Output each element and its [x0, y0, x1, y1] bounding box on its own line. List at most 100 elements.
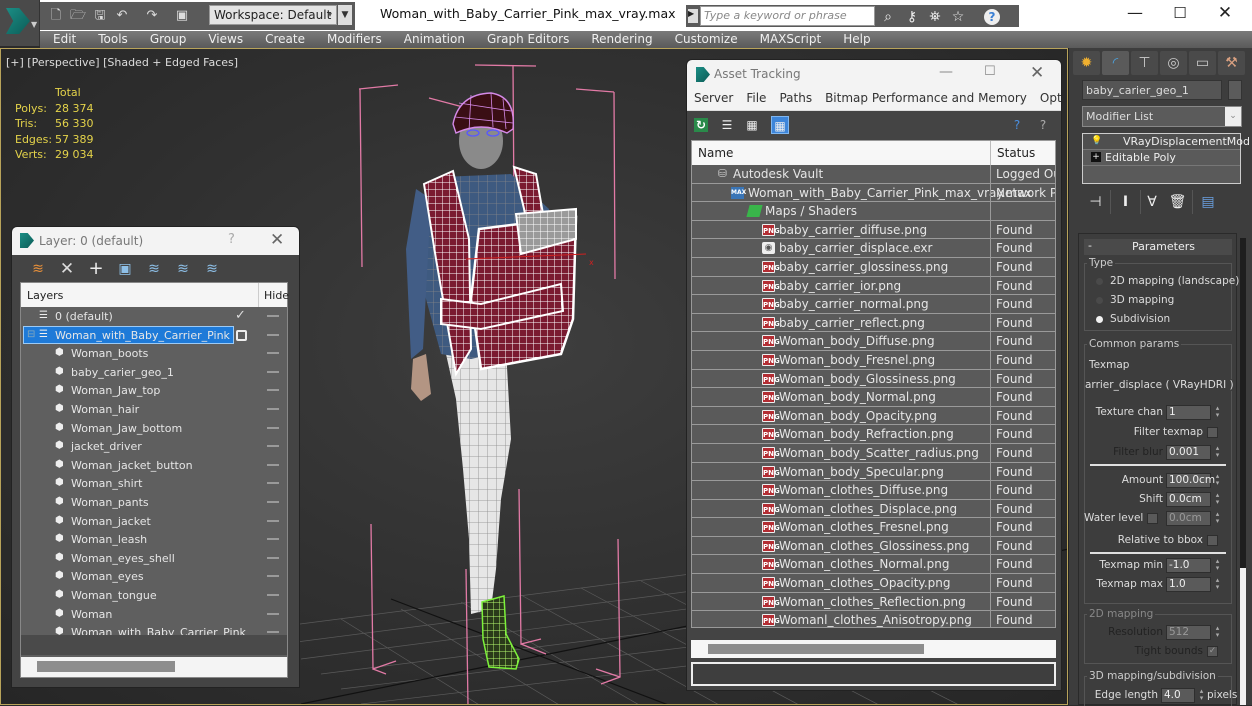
asset-row[interactable]: PNG Woman_clothes_Displace.png Found [692, 499, 1055, 519]
whats-this-icon[interactable]: ? [1034, 116, 1052, 134]
asset-row[interactable]: PNG Woman_body_Fresnel.png Found [692, 350, 1055, 370]
hide-toggle[interactable] [267, 445, 279, 448]
layer-object-row[interactable]: ⬢ Woman_shirt [21, 474, 287, 493]
object-name-field[interactable]: baby_carier_geo_1 [1082, 80, 1222, 100]
menu-rendering[interactable]: Rendering [580, 31, 663, 48]
hide-toggle[interactable] [267, 538, 279, 541]
star-icon[interactable]: ☆ [949, 8, 967, 26]
asset-row[interactable]: PNG Womanl_clothes_Anisotropy.png Found [692, 611, 1055, 627]
motion-tab-icon[interactable]: ◎ [1160, 51, 1187, 75]
hide-toggle[interactable] [267, 370, 279, 373]
add-to-layer-icon[interactable]: + [86, 260, 106, 278]
help-icon[interactable]: ? [984, 9, 1000, 25]
tight-bounds-checkbox[interactable]: ✓ [1207, 646, 1218, 657]
asset-row[interactable]: PNG baby_carrier_diffuse.png Found [692, 220, 1055, 240]
horizontal-scrollbar[interactable] [21, 657, 287, 677]
spinner-arrows-icon[interactable]: ▴ ▾ [1197, 688, 1206, 703]
texture-chan-input[interactable]: 1 [1166, 405, 1211, 420]
menu-maxscript[interactable]: MAXScript [749, 31, 833, 48]
configure-modifier-sets-icon[interactable]: ▤ [1193, 190, 1223, 214]
help-icon[interactable]: ? [1008, 116, 1026, 134]
filter-texmap-checkbox[interactable] [1207, 427, 1218, 438]
menu-views[interactable]: Views [197, 31, 254, 48]
lightbulb-icon[interactable]: 💡 [1091, 136, 1102, 146]
asset-row[interactable]: PNG Woman_body_Refraction.png Found [692, 425, 1055, 445]
maximize-button[interactable]: ☐ [1167, 2, 1193, 26]
list-view-icon[interactable]: ☰ [718, 116, 736, 134]
layer-object-row[interactable]: ⬢ Woman_Jaw_top [21, 381, 287, 400]
search-input[interactable]: Type a keyword or phrase [700, 6, 875, 26]
freeze-all-icon[interactable]: ≋ [202, 260, 222, 278]
layer-row[interactable]: ⊟ ☰ Woman_with_Baby_Carrier_Pink [21, 325, 287, 345]
scrollbar-thumb[interactable] [1240, 568, 1246, 705]
asset-row[interactable]: PNG baby_carrier_normal.png Found [692, 295, 1055, 315]
menu-paths[interactable]: Paths [772, 89, 818, 110]
asset-row[interactable]: MAX Woman_with_Baby_Carrier_Pink_max_vray… [692, 183, 1055, 203]
menu-edit[interactable]: Edit [40, 31, 87, 48]
maximize-button[interactable]: ☐ [984, 64, 996, 79]
hide-toggle[interactable] [267, 352, 279, 355]
column-layers[interactable]: Layers [27, 289, 63, 302]
toolbar-overflow-button[interactable]: ▼ [338, 5, 352, 25]
hide-all-icon[interactable]: ≋ [173, 260, 193, 278]
asset-row[interactable]: PNG Woman_body_Diffuse.png Found [692, 332, 1055, 352]
select-objects-icon[interactable]: ▣ [115, 260, 135, 278]
search-expand-arrow-icon[interactable]: ▶ [688, 9, 698, 23]
spinner-arrows-icon[interactable]: ▴ ▾ [1213, 473, 1222, 488]
layer-row[interactable]: ☰ 0 (default) ✓ [21, 307, 287, 326]
asset-row[interactable]: PNG baby_carrier_ior.png Found [692, 276, 1055, 296]
edge-length-input[interactable]: 4.0 [1161, 688, 1195, 703]
menu-bitmap-performance[interactable]: Bitmap Performance and Memory [818, 89, 1033, 110]
spinner-arrows-icon[interactable]: ▴ ▾ [1213, 445, 1222, 460]
menu-modifiers[interactable]: Modifiers [316, 31, 393, 48]
layer-object-row[interactable]: ⬢ Woman [21, 605, 287, 624]
delete-layer-icon[interactable]: ✕ [57, 260, 77, 278]
texmap-button[interactable]: arrier_displace ( VRayHDRI ) [1085, 379, 1234, 391]
remove-modifier-icon[interactable]: 🗑 [1163, 190, 1193, 214]
spinner-arrows-icon[interactable]: ▴ ▾ [1213, 492, 1222, 507]
layer-object-row[interactable]: ⬢ Woman_Jaw_bottom [21, 419, 287, 438]
hide-toggle[interactable] [267, 482, 279, 485]
close-button[interactable]: ✕ [1212, 2, 1238, 26]
rollout-collapse-toggle[interactable]: - [1088, 239, 1092, 252]
texmap-min-input[interactable]: -1.0 [1166, 558, 1211, 573]
menu-file[interactable]: File [739, 89, 772, 110]
relative-bbox-checkbox[interactable] [1207, 535, 1218, 546]
asset-row[interactable]: PNG baby_carrier_glossiness.png Found [692, 257, 1055, 277]
new-file-icon[interactable]: 🗋 [48, 8, 64, 24]
spinner-arrows-icon[interactable]: ▴ ▾ [1213, 558, 1222, 573]
layer-dialog-titlebar[interactable]: Layer: 0 (default) ? ✕ [12, 227, 299, 255]
hierarchy-tab-icon[interactable]: ⊤ [1131, 51, 1158, 75]
hide-toggle[interactable] [267, 556, 279, 559]
minimize-button[interactable]: — [939, 64, 953, 80]
workspace-dropdown[interactable]: Workspace: Default ▾ [209, 5, 337, 25]
menu-create[interactable]: Create [254, 31, 316, 48]
asset-row[interactable]: PNG Woman_body_Opacity.png Found [692, 406, 1055, 426]
save-icon[interactable]: 🖫 [92, 8, 108, 24]
command-panel-scrollbar[interactable] [1240, 238, 1246, 705]
radio-2d-mapping[interactable]: 2D mapping (landscape) [1096, 275, 1239, 287]
hide-toggle[interactable] [267, 407, 279, 410]
hide-toggle[interactable] [267, 426, 279, 429]
layer-object-row[interactable]: ⬢ jacket_driver [21, 437, 287, 456]
hide-toggle[interactable] [267, 333, 279, 336]
table-view-icon[interactable]: ▦ [771, 116, 789, 134]
layer-object-row[interactable]: ⬢ Woman_hair [21, 400, 287, 419]
spinner-arrows-icon[interactable]: ▴ ▾ [1213, 625, 1222, 640]
hide-toggle[interactable] [267, 463, 279, 466]
menu-customize[interactable]: Customize [664, 31, 749, 48]
asset-tracking-titlebar[interactable]: Asset Tracking — ☐ ✕ [687, 60, 1061, 89]
scrollbar-thumb[interactable] [37, 661, 175, 672]
binoculars-icon[interactable]: ⌕ [879, 8, 897, 26]
close-button[interactable]: ✕ [270, 230, 284, 250]
rollout-header[interactable]: - Parameters [1084, 239, 1232, 255]
menu-tools[interactable]: Tools [87, 31, 139, 48]
create-tab-icon[interactable]: ✹ [1073, 51, 1100, 75]
menu-server[interactable]: Server [687, 89, 739, 110]
stack-item-vraydisplacementmod[interactable]: 💡 VRayDisplacementMod [1083, 134, 1250, 150]
layer-object-row[interactable]: ⬢ baby_carier_geo_1 [21, 363, 287, 382]
asset-row[interactable]: PNG Woman_clothes_Normal.png Found [692, 555, 1055, 575]
asset-row[interactable]: PNG Woman_body_Normal.png Found [692, 388, 1055, 408]
thumbnail-view-icon[interactable]: ▦ [743, 116, 761, 134]
resolution-input[interactable]: 512 [1166, 625, 1211, 640]
